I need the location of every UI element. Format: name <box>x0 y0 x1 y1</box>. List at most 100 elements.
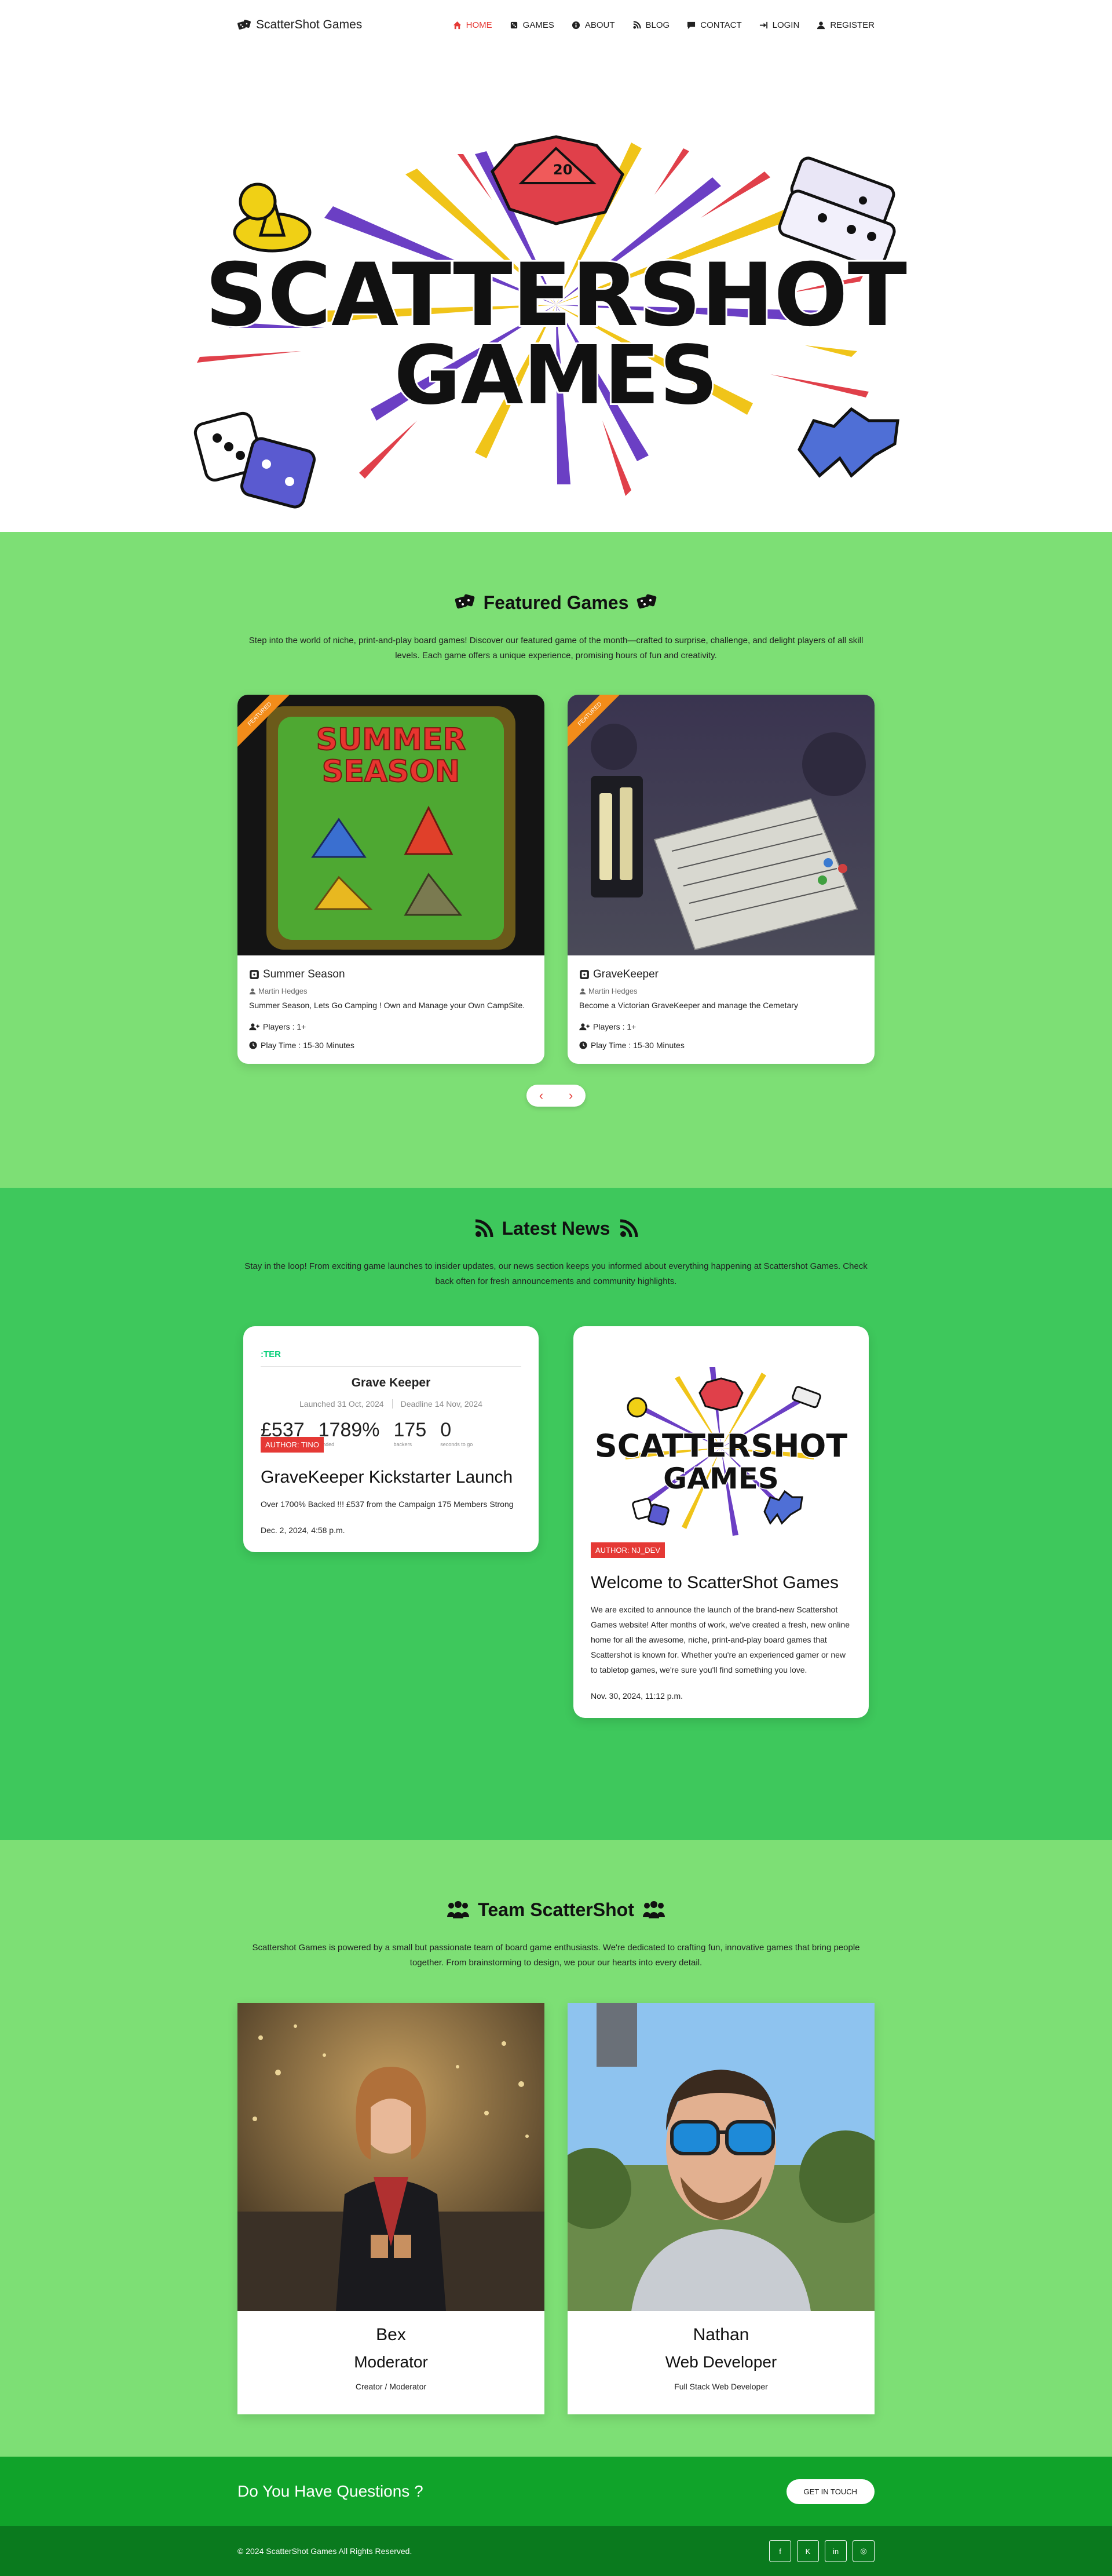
news-card-kickstarter[interactable]: :TER Grave Keeper Launched 31 Oct, 2024 … <box>243 1326 539 1552</box>
news-item-text: Over 1700% Backed !!! £537 from the Camp… <box>261 1499 514 1509</box>
nav-login-label: LOGIN <box>772 20 800 30</box>
team-title: Team ScatterShot <box>478 1899 634 1920</box>
svg-text:20: 20 <box>553 162 572 178</box>
nav-about-label: ABOUT <box>584 20 615 30</box>
nav-register[interactable]: REGISTER <box>817 20 875 30</box>
contact-cta-bar: Do You Have Questions ? GET IN TOUCH <box>0 2457 1112 2526</box>
team-section: Team ScatterShot Scattershot Games is po… <box>0 1840 1112 2457</box>
game-title[interactable]: GraveKeeper <box>579 968 863 981</box>
member-subtitle: Full Stack Web Developer <box>674 2382 768 2391</box>
news-title: Latest News <box>502 1218 610 1239</box>
news-item-title[interactable]: GraveKeeper Kickstarter Launch <box>261 1466 521 1488</box>
cta-title: Do You Have Questions ? <box>237 2482 423 2500</box>
game-card-gravekeeper[interactable]: FEATURED GraveKeeper Martin Hedges Becom… <box>568 695 875 1064</box>
featured-heading: Featured Games <box>0 592 1112 614</box>
yellow-meeple-pawn <box>233 183 312 253</box>
featured-description: Step into the world of niche, print-and-… <box>248 636 864 661</box>
user-icon <box>249 988 256 994</box>
ks-stat-label: funded <box>318 1442 335 1447</box>
nav-games-label: GAMES <box>522 20 554 30</box>
game-players-text: Players : 1+ <box>263 1022 306 1031</box>
news-item-date: Dec. 2, 2024, 4:58 p.m. <box>261 1526 345 1535</box>
ks-stat-value: 0 <box>440 1419 452 1441</box>
game-card-summer-season[interactable]: SUMMER SEASON FEATURED Summer Season Mar… <box>237 695 544 1064</box>
game-players-text: Players : 1+ <box>593 1022 637 1031</box>
game-author-name: Martin Hedges <box>258 987 308 995</box>
dice-icon <box>510 21 517 28</box>
linkedin-icon[interactable]: in <box>825 2540 847 2562</box>
users-icon <box>642 1900 665 1918</box>
nav-blog[interactable]: BLOG <box>632 20 670 30</box>
game-author: Martin Hedges <box>249 987 533 995</box>
ks-launched: Launched 31 Oct, 2024 <box>299 1399 384 1409</box>
nav-about[interactable]: ABOUT <box>572 20 615 30</box>
hero-logo-art: 20 SCATTERSHOT GAMES <box>193 135 909 509</box>
game-playtime-text: Play Time : 15-30 Minutes <box>261 1041 354 1050</box>
game-description: Summer Season, Lets Go Camping ! Own and… <box>249 1001 525 1010</box>
game-title[interactable]: Summer Season <box>249 968 533 981</box>
news-description: Stay in the loop! From exciting game lau… <box>244 1261 868 1286</box>
blue-meeple <box>798 407 899 478</box>
carousel-next-button[interactable]: › <box>569 1088 573 1103</box>
ks-project-title: Grave Keeper <box>351 1376 431 1389</box>
ks-stat-value: 175 <box>393 1419 427 1441</box>
news-item-title[interactable]: Welcome to ScatterShot Games <box>591 1572 851 1594</box>
author-badge: AUTHOR: TINO <box>261 1437 324 1453</box>
game-author-name: Martin Hedges <box>588 987 638 995</box>
game-cover-summer-season: SUMMER SEASON FEATURED <box>237 695 544 955</box>
facebook-icon[interactable]: f <box>769 2540 791 2562</box>
dice-icon <box>580 970 589 979</box>
dice-icon <box>250 970 259 979</box>
summer-art-line1: SUMMER <box>316 723 466 757</box>
nav-login[interactable]: LOGIN <box>759 20 800 30</box>
member-photo <box>568 2003 875 2311</box>
kickstarter-icon[interactable]: K <box>797 2540 819 2562</box>
nav-home[interactable]: HOME <box>453 20 492 30</box>
ks-stat-label: backers <box>393 1442 412 1447</box>
ks-stat-label: seconds to go <box>440 1442 473 1447</box>
team-card-bex: Bex Moderator Creator / Moderator <box>237 2003 544 2414</box>
kickstarter-widget-image: :TER Grave Keeper Launched 31 Oct, 2024 … <box>243 1326 539 1453</box>
nav-games[interactable]: GAMES <box>510 20 554 30</box>
team-card-nathan: Nathan Web Developer Full Stack Web Deve… <box>568 2003 875 2414</box>
member-photo <box>237 2003 544 2311</box>
game-players: Players : 1+ <box>579 1022 863 1031</box>
member-name: Bex <box>376 2325 406 2344</box>
team-heading: Team ScatterShot <box>0 1899 1112 1921</box>
blog-icon <box>632 20 641 29</box>
nav-contact[interactable]: CONTACT <box>687 20 742 30</box>
game-description: Become a Victorian GraveKeeper and manag… <box>579 1001 798 1010</box>
member-name: Nathan <box>693 2325 749 2344</box>
latest-news-section: Latest News Stay in the loop! From excit… <box>0 1188 1112 1840</box>
carousel-prev-button[interactable]: ‹ <box>539 1088 543 1103</box>
d20-die: 20 <box>491 135 624 225</box>
hero-banner: 20 SCATTERSHOT GAMES <box>0 50 1112 532</box>
brand-link[interactable]: ScatterShot Games <box>237 18 362 32</box>
summer-art-line2: SEASON <box>322 754 460 789</box>
game-players: Players : 1+ <box>249 1022 533 1031</box>
game-cover-gravekeeper: FEATURED <box>568 695 875 955</box>
news-item-date: Nov. 30, 2024, 11:12 p.m. <box>591 1691 683 1701</box>
dice-icon <box>637 594 657 608</box>
info-icon <box>572 21 580 29</box>
news-logo-line1: SCATTERSHOT <box>595 1428 847 1464</box>
get-in-touch-button[interactable]: GET IN TOUCH <box>786 2479 875 2504</box>
news-logo-line2: GAMES <box>663 1462 779 1495</box>
nav-blog-label: BLOG <box>645 20 670 30</box>
news-card-welcome[interactable]: SCATTERSHOT GAMES AUTHOR: NJ_DEV Welcome… <box>573 1326 869 1718</box>
blog-icon <box>620 1219 638 1237</box>
login-icon <box>759 21 767 28</box>
ks-deadline: Deadline 14 Nov, 2024 <box>400 1399 482 1409</box>
carousel-controls: ‹ › <box>526 1085 586 1107</box>
clock-icon <box>579 1041 587 1049</box>
news-item-text: We are excited to announce the launch of… <box>591 1605 850 1674</box>
game-title-text: Summer Season <box>263 968 345 980</box>
nav-home-label: HOME <box>466 20 492 30</box>
copyright-text: © 2024 ScatterShot Games All Rights Rese… <box>237 2546 412 2556</box>
game-playtime: Play Time : 15-30 Minutes <box>249 1041 533 1050</box>
kickstarter-logo: :TER <box>261 1349 521 1367</box>
clock-icon <box>249 1041 257 1049</box>
instagram-icon[interactable]: ◎ <box>853 2540 875 2562</box>
user-icon <box>579 988 586 994</box>
footer: © 2024 ScatterShot Games All Rights Rese… <box>0 2526 1112 2576</box>
